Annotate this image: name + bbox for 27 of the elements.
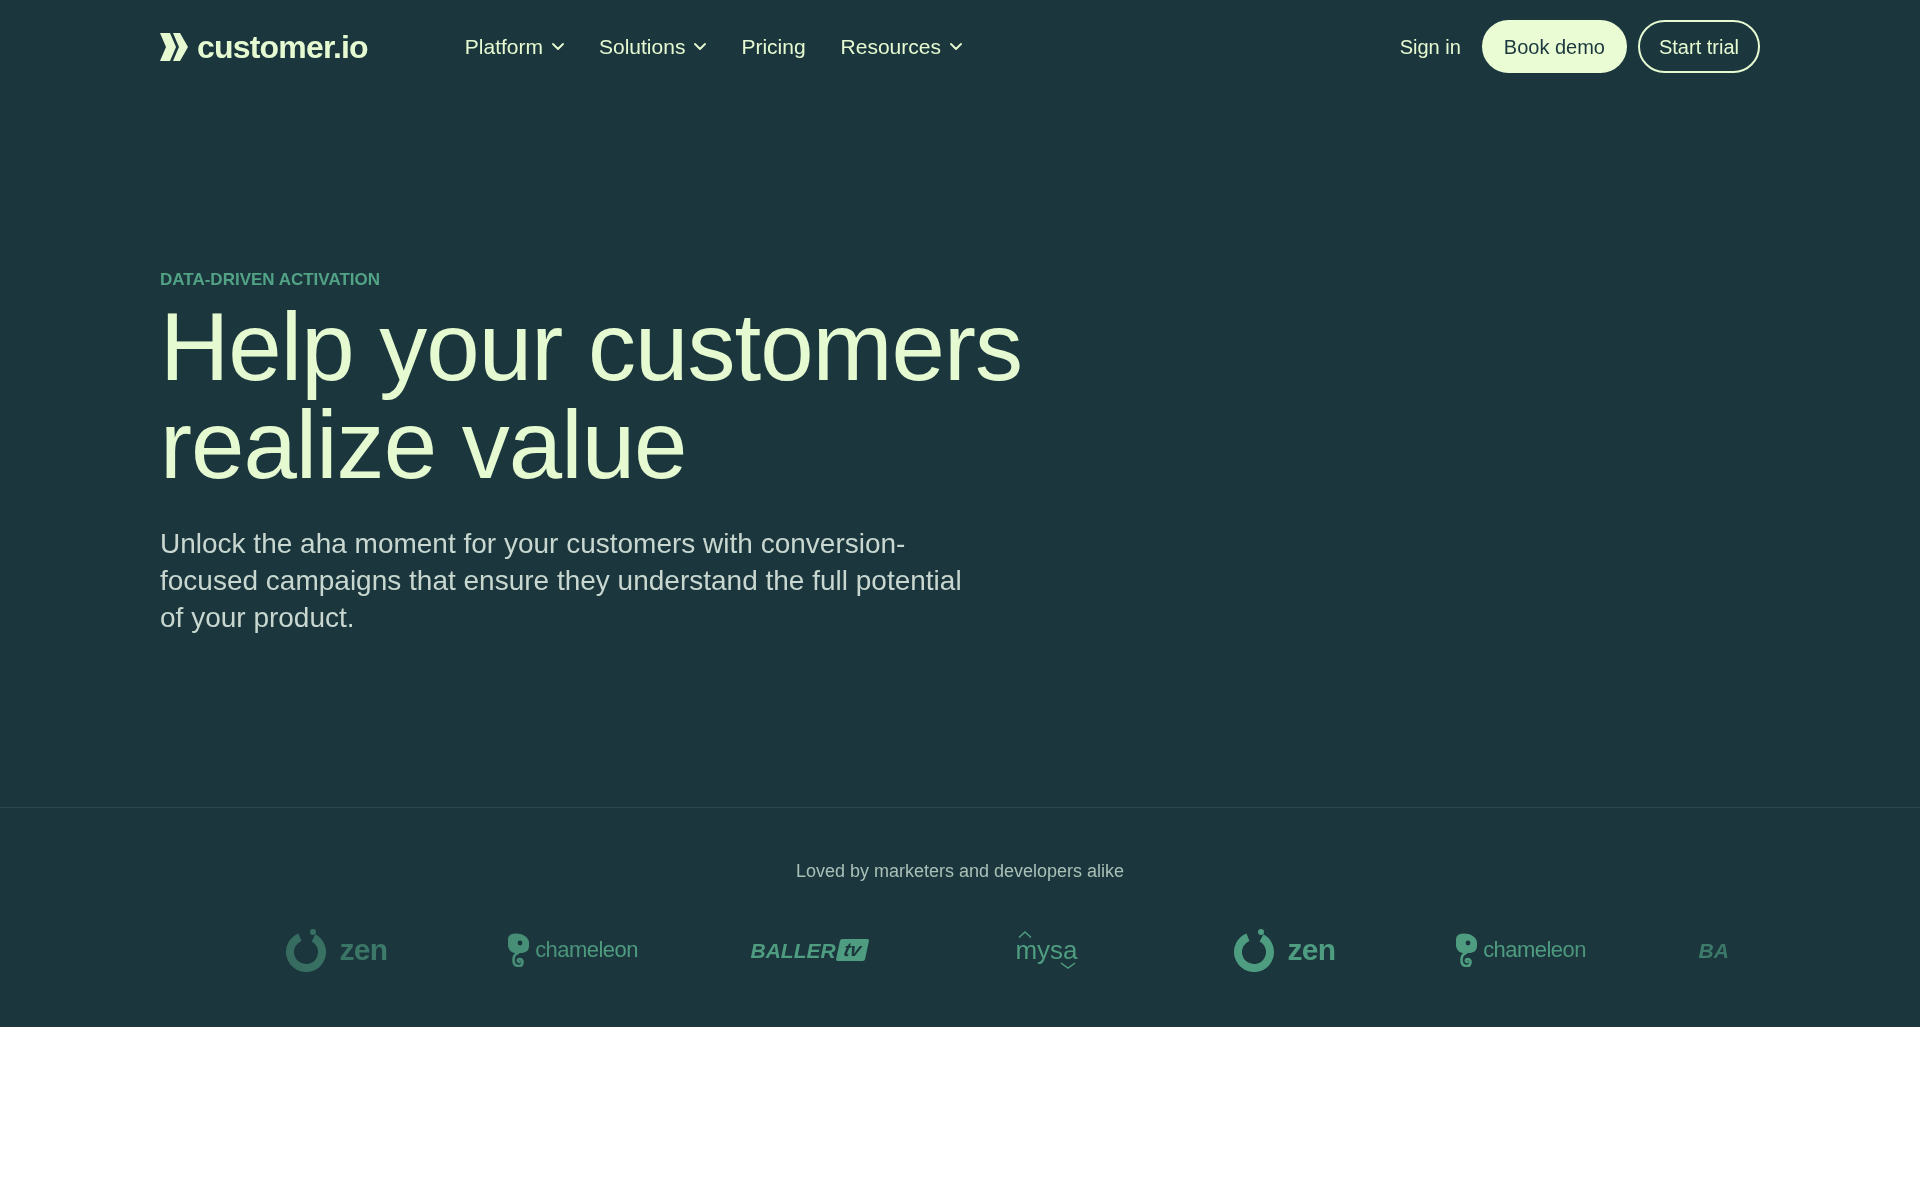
brand-name: zen	[339, 935, 388, 965]
ring-icon	[1231, 928, 1276, 972]
chevron-icon	[1059, 962, 1076, 969]
ring-icon	[283, 928, 328, 972]
brand-name: BALLER	[750, 939, 836, 961]
tv-badge: tv	[835, 939, 869, 961]
book-demo-button[interactable]: Book demo	[1481, 20, 1627, 73]
eyebrow-label: DATA-DRIVEN ACTIVATION	[160, 270, 381, 290]
chameleon-icon	[1455, 933, 1479, 967]
nav-menu-link[interactable]: Platform	[464, 30, 564, 63]
start-trial-button[interactable]: Start trial	[1637, 20, 1760, 73]
chevrons-icon	[160, 32, 188, 61]
nav-menu-link[interactable]: Resources	[840, 30, 962, 63]
logos-caption: Loved by marketers and developers alike	[795, 860, 1125, 882]
roof-icon	[1018, 931, 1033, 938]
nav-menu-link[interactable]: Solutions	[599, 30, 707, 63]
brand-name: mysa	[1015, 938, 1078, 962]
sign-in-link[interactable]: Sign in	[1399, 31, 1461, 62]
chameleon-icon	[507, 933, 531, 967]
nav-link[interactable]: Pricing	[741, 30, 806, 63]
brand-logo-link[interactable]: customer.io	[160, 30, 368, 63]
brand-name: zen	[1287, 935, 1336, 965]
hero-description: Unlock the aha moment for your customers with conversion-focused campaigns that ensure they understand the full potential of your product.	[160, 527, 963, 635]
brand-name: chameleon	[1483, 939, 1586, 961]
brand-name: chameleon	[535, 939, 638, 961]
hero-heading: Help your customers realize value	[160, 298, 1024, 494]
brand-name: BA	[1698, 939, 1729, 961]
